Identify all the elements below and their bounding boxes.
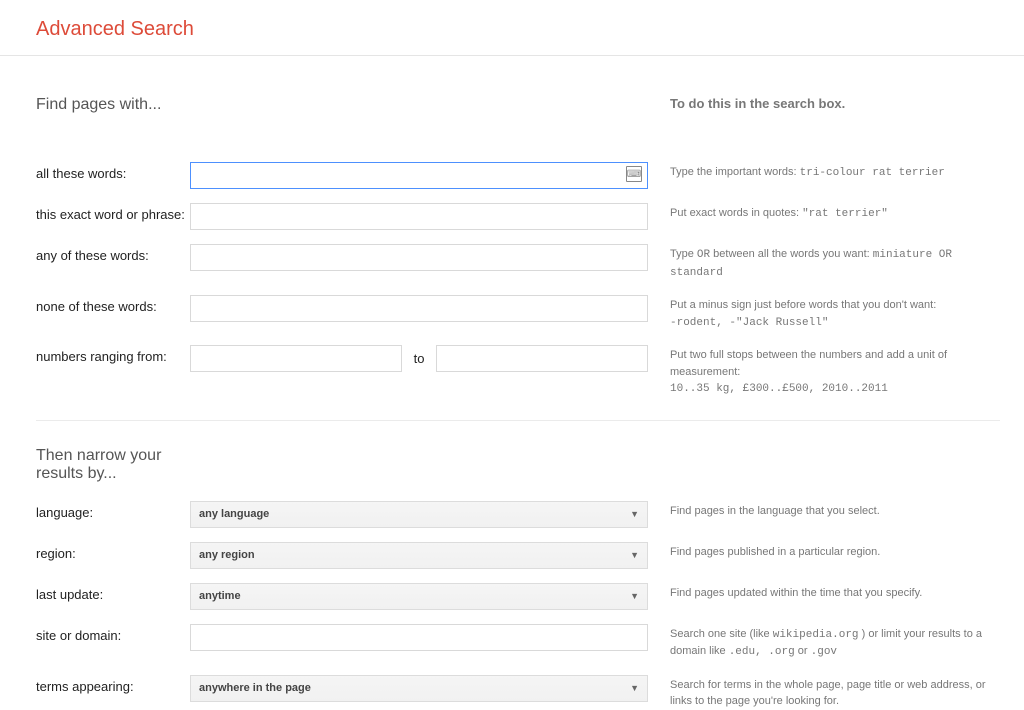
label-terms: terms appearing: (36, 675, 190, 694)
chevron-down-icon: ▼ (630, 509, 639, 519)
row-site: site or domain: Search one site (like wi… (36, 624, 1000, 661)
row-exact: this exact word or phrase: Put exact wor… (36, 203, 1000, 230)
label-none: none of these words: (36, 295, 190, 314)
row-terms: terms appearing: anywhere in the page ▼ … (36, 675, 1000, 710)
select-terms[interactable]: anywhere in the page ▼ (190, 675, 648, 702)
page-title: Advanced Search (36, 18, 1024, 41)
row-last-update: last update: anytime ▼ Find pages update… (36, 583, 1000, 610)
label-site: site or domain: (36, 624, 190, 643)
chevron-down-icon: ▼ (630, 550, 639, 560)
input-range-from[interactable] (190, 345, 402, 372)
hint-exact: Put exact words in quotes: "rat terrier" (648, 203, 1000, 223)
select-region[interactable]: any region ▼ (190, 542, 648, 569)
chevron-down-icon: ▼ (630, 683, 639, 693)
input-range-to[interactable] (436, 345, 648, 372)
row-region: region: any region ▼ Find pages publishe… (36, 542, 1000, 569)
input-none[interactable] (190, 295, 648, 322)
row-none: none of these words: Put a minus sign ju… (36, 295, 1000, 331)
hint-any: Type OR between all the words you want: … (648, 244, 1000, 281)
section-narrow-title: Then narrow your results by... (36, 447, 196, 483)
divider (36, 420, 1000, 421)
chevron-down-icon: ▼ (630, 591, 639, 601)
page-header: Advanced Search (0, 0, 1024, 56)
main-container: Find pages with... To do this in the sea… (0, 56, 1000, 710)
label-range: numbers ranging from: (36, 345, 190, 364)
keyboard-icon[interactable]: ⌨ (626, 166, 642, 182)
hint-none: Put a minus sign just before words that … (648, 295, 1000, 331)
row-any: any of these words: Type OR between all … (36, 244, 1000, 281)
input-site[interactable] (190, 624, 648, 651)
select-last-update[interactable]: anytime ▼ (190, 583, 648, 610)
row-range: numbers ranging from: to Put two full st… (36, 345, 1000, 398)
label-last-update: last update: (36, 583, 190, 602)
hint-header: To do this in the search box. (670, 96, 845, 111)
hint-site: Search one site (like wikipedia.org ) or… (648, 624, 1000, 661)
input-exact[interactable] (190, 203, 648, 230)
select-language[interactable]: any language ▼ (190, 501, 648, 528)
hint-last-update: Find pages updated within the time that … (648, 583, 1000, 602)
label-any: any of these words: (36, 244, 190, 263)
row-all-words: all these words: ⌨ Type the important wo… (36, 162, 1000, 189)
range-to-label: to (402, 351, 437, 366)
hint-language: Find pages in the language that you sele… (648, 501, 1000, 520)
label-all-words: all these words: (36, 162, 190, 181)
label-region: region: (36, 542, 190, 561)
hint-terms: Search for terms in the whole page, page… (648, 675, 1000, 710)
hint-region: Find pages published in a particular reg… (648, 542, 1000, 561)
hint-all-words: Type the important words: tri-colour rat… (648, 162, 1000, 182)
label-exact: this exact word or phrase: (36, 203, 190, 222)
input-any[interactable] (190, 244, 648, 271)
label-language: language: (36, 501, 190, 520)
hint-range: Put two full stops between the numbers a… (648, 345, 1000, 398)
row-language: language: any language ▼ Find pages in t… (36, 501, 1000, 528)
input-all-words[interactable] (190, 162, 648, 189)
section-find-title: Find pages with... (36, 96, 190, 114)
